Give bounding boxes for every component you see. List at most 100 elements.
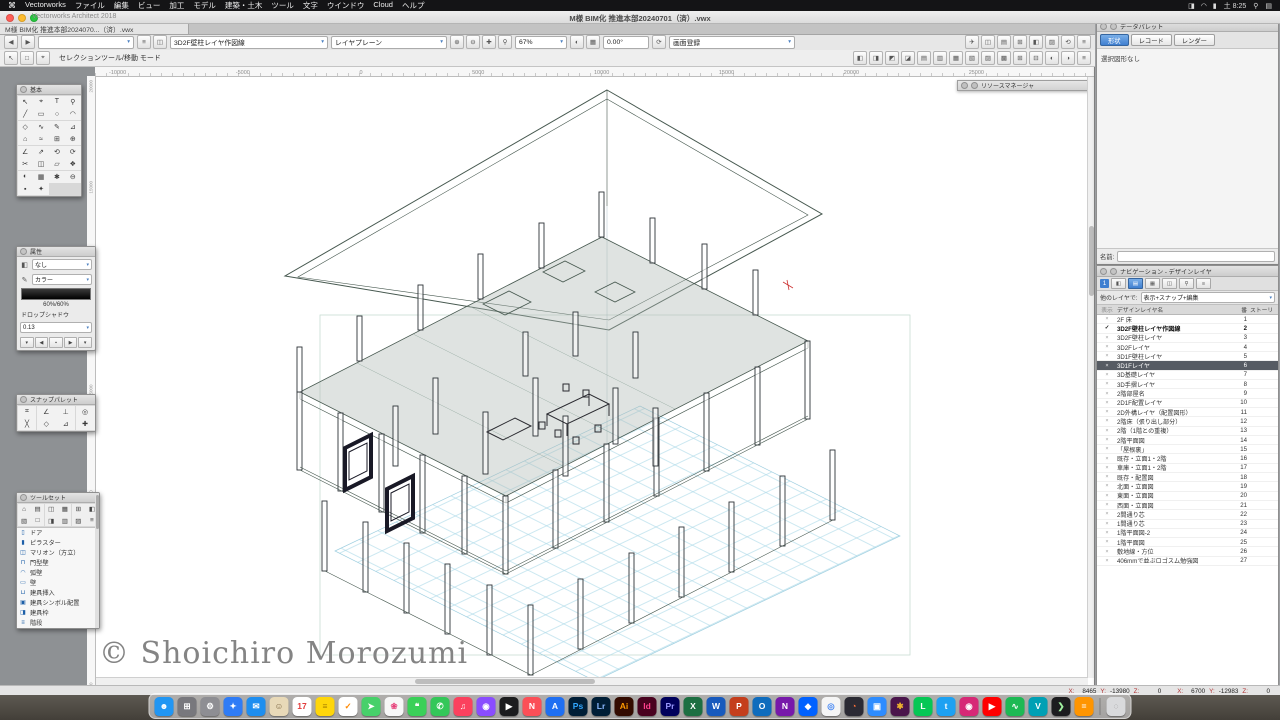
render-mode-button[interactable]: ▧	[965, 51, 979, 65]
layer-row[interactable]: × 北面・立面図 19	[1097, 482, 1278, 491]
tool-icon[interactable]: ∿	[33, 121, 48, 133]
tool-icon[interactable]: ⚲	[65, 96, 80, 108]
close-palette-button[interactable]	[20, 396, 27, 403]
visibility-column-header[interactable]: 表示	[1097, 305, 1117, 314]
toolbar-icon-button[interactable]: ▦	[586, 35, 600, 49]
toolset-scrollbar[interactable]	[95, 493, 99, 628]
menu-item[interactable]: ヘルプ	[402, 0, 425, 11]
palette-titlebar[interactable]: ナビゲーション - デザインレイヤ	[1097, 266, 1278, 277]
navigation-tab[interactable]: ▦	[1145, 278, 1160, 289]
safari-icon[interactable]: ✦	[224, 697, 243, 716]
layer-name-column-header[interactable]: デザインレイヤ名	[1117, 305, 1231, 314]
layer-visibility-toggle[interactable]: ×	[1097, 381, 1117, 387]
tool-icon[interactable]: ▱	[49, 158, 64, 170]
layer-visibility-toggle[interactable]: ×	[1097, 446, 1117, 452]
reminders-icon[interactable]: ✓	[339, 697, 358, 716]
maps-icon[interactable]: ➤	[362, 697, 381, 716]
toolset-tab[interactable]: ◨	[45, 515, 58, 526]
saved-views-dropdown[interactable]: 画面登録 ▾	[669, 36, 795, 49]
marker-button[interactable]: ▾	[78, 337, 92, 348]
layer-visibility-toggle[interactable]: ×	[1097, 344, 1117, 350]
render-mode-button[interactable]: ◨	[869, 51, 883, 65]
snap-tool-icon[interactable]: ◎	[76, 406, 95, 418]
story-column-header[interactable]: ストーリ	[1250, 305, 1278, 314]
tool-icon[interactable]: ▦	[33, 171, 48, 183]
toolbar-icon-button[interactable]: ✈	[965, 35, 979, 49]
toolbar-icon-button[interactable]: ▤	[997, 35, 1011, 49]
marker-button[interactable]: ▪	[49, 337, 63, 348]
layer-row[interactable]: × 3D2Fレイヤ 4	[1097, 343, 1278, 352]
battery-icon[interactable]: ▮	[1213, 2, 1217, 10]
layer-row[interactable]: × 西面・立面図 21	[1097, 501, 1278, 510]
marker-button[interactable]: ◀	[35, 337, 49, 348]
pen-color-swatch[interactable]	[21, 288, 91, 300]
other-layers-dropdown[interactable]: 表示+スナップ+編集 ▾	[1141, 292, 1276, 303]
mode-button[interactable]: ↖	[4, 51, 18, 65]
toolset-item[interactable]: ▣ 建具シンボル配置	[17, 598, 95, 608]
toolset-item[interactable]: ▭ 壁	[17, 578, 95, 588]
layer-row[interactable]: × 敷地線・方位 26	[1097, 547, 1278, 556]
menu-item[interactable]: ファイル	[75, 0, 105, 11]
navigation-tab[interactable]: ◧	[1111, 278, 1126, 289]
menu-item[interactable]: 加工	[169, 0, 184, 11]
powerpoint-icon[interactable]: P	[730, 697, 749, 716]
render-mode-button[interactable]: ◐	[1045, 51, 1059, 65]
layer-row[interactable]: × 「屋根裏」 15	[1097, 445, 1278, 454]
premiere-icon[interactable]: Pr	[661, 697, 680, 716]
layer-row[interactable]: × 1間通り芯 23	[1097, 520, 1278, 529]
tool-icon[interactable]: ⟳	[65, 146, 80, 158]
slack-icon[interactable]: ✱	[891, 697, 910, 716]
layer-visibility-toggle[interactable]: ×	[1097, 502, 1117, 508]
tool-icon[interactable]: ⟲	[49, 146, 64, 158]
toolset-item[interactable]: ▯ ドア	[17, 528, 95, 538]
close-palette-button[interactable]	[1100, 268, 1107, 275]
toolset-tab[interactable]: □	[31, 515, 44, 526]
collapse-palette-button[interactable]	[971, 82, 978, 89]
toolbar-icon-button[interactable]: ⊞	[1013, 35, 1027, 49]
toolbar-icon-button[interactable]: ◫	[981, 35, 995, 49]
palette-titlebar[interactable]: 基本	[17, 85, 81, 95]
navigation-tab[interactable]: ▤	[1128, 278, 1143, 289]
palette-titlebar[interactable]: スナップパレット	[17, 395, 95, 405]
apple-menu-icon[interactable]: ⌘	[8, 1, 16, 10]
layer-visibility-toggle[interactable]: ×	[1097, 316, 1117, 322]
line-thickness-dropdown[interactable]: 0.13 ▾	[20, 322, 92, 333]
resource-manager-titlebar[interactable]: リソースマネージャ	[957, 80, 1095, 91]
illustrator-icon[interactable]: Ai	[615, 697, 634, 716]
tool-icon[interactable]: ⊕	[65, 133, 80, 145]
menu-item[interactable]: ツール	[271, 0, 294, 11]
layer-visibility-toggle[interactable]: ×	[1097, 437, 1117, 443]
tool-icon[interactable]: ◇	[18, 121, 33, 133]
layer-row[interactable]: × 3D1F壁柱レイヤ 5	[1097, 352, 1278, 361]
tool-icon[interactable]: ⊞	[49, 133, 64, 145]
drawing-canvas[interactable]: リソースマネージャ © Shoichiro Morozumi	[95, 76, 1095, 685]
snap-tool-icon[interactable]: ∠	[37, 406, 56, 418]
palette-titlebar[interactable]: 属性	[17, 247, 95, 257]
layer-row[interactable]: × 2D外構レイヤ（配置図形） 11	[1097, 408, 1278, 417]
tool-icon[interactable]: ❖	[65, 158, 80, 170]
layer-row[interactable]: × 2階床（張り出し部分） 12	[1097, 417, 1278, 426]
notes-icon[interactable]: ≡	[316, 697, 335, 716]
document-tab[interactable]: M様 BIM化 推進本部2024070...（済）.vwx	[0, 23, 189, 34]
wifi-icon[interactable]: ◠	[1201, 2, 1207, 10]
layer-row[interactable]: × 1階平面図-2 24	[1097, 529, 1278, 538]
tool-icon[interactable]: ▭	[33, 108, 48, 120]
chrome-icon[interactable]: ◎	[822, 697, 841, 716]
snap-tool-icon[interactable]: ╳	[18, 418, 37, 430]
word-icon[interactable]: W	[707, 697, 726, 716]
close-palette-button[interactable]	[20, 494, 27, 501]
layer-visibility-toggle[interactable]: ×	[1097, 465, 1117, 471]
layer-visibility-toggle[interactable]: ×	[1097, 335, 1117, 341]
photos-icon[interactable]: ❀	[385, 697, 404, 716]
tool-icon[interactable]: ✦	[33, 183, 48, 195]
toolbar-icon-button[interactable]: ≡	[137, 35, 151, 49]
line-icon[interactable]: L	[914, 697, 933, 716]
render-mode-button[interactable]: ≡	[1077, 51, 1091, 65]
fill-style-dropdown[interactable]: なし ▾	[32, 259, 92, 270]
object-info-tab[interactable]: レンダー	[1174, 34, 1215, 46]
horizontal-scrollbar[interactable]	[95, 677, 1088, 685]
layer-row[interactable]: × 3D1Fレイヤ 6	[1097, 361, 1278, 370]
vectorworks-icon[interactable]: V	[1029, 697, 1048, 716]
toolbar-icon-button[interactable]: ⊕	[450, 35, 464, 49]
toolset-item[interactable]: ◨ 建具枠	[17, 608, 95, 618]
